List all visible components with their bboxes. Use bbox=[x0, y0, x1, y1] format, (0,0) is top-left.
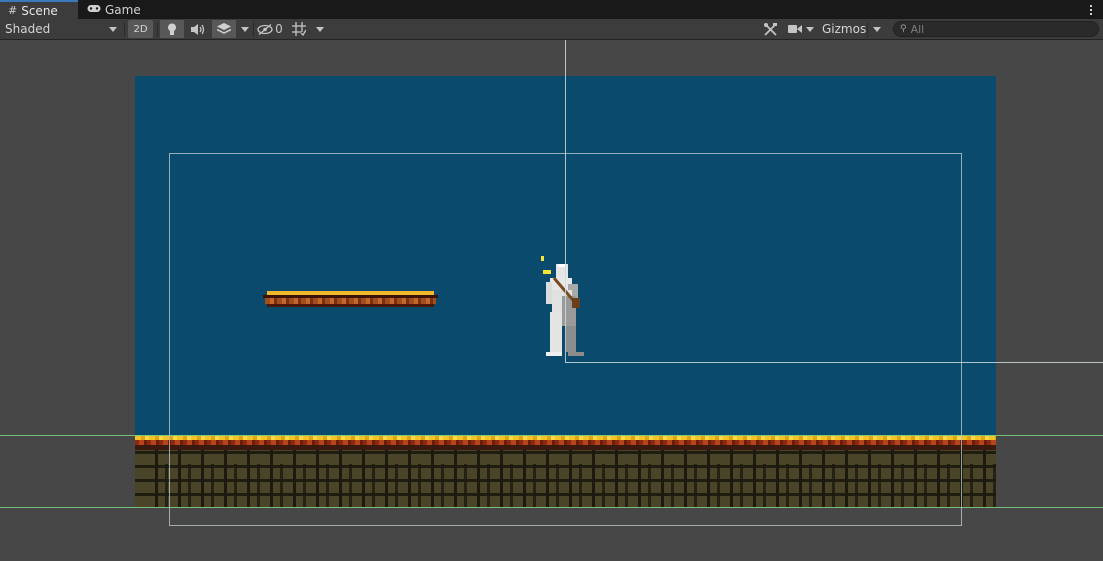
more-options-icon[interactable] bbox=[1085, 0, 1097, 19]
toggle-2d-label: 2D bbox=[133, 23, 148, 35]
lighting-toggle-button[interactable] bbox=[160, 20, 184, 38]
scene-toolbar: Shaded 2D 0 Gizmos ⚲ bbox=[0, 19, 1103, 40]
selection-guide-horizontal bbox=[565, 362, 1103, 363]
tab-game[interactable]: Game bbox=[79, 0, 145, 19]
chevron-down-icon bbox=[109, 27, 117, 32]
scene-visibility-button[interactable]: 0 bbox=[255, 20, 285, 38]
shading-mode-dropdown[interactable]: Shaded bbox=[0, 20, 122, 38]
lightbulb-icon bbox=[168, 23, 176, 35]
gizmos-label: Gizmos bbox=[822, 22, 867, 36]
search-icon: ⚲ bbox=[900, 24, 907, 34]
toolbar-divider bbox=[124, 22, 125, 37]
chevron-down-icon bbox=[241, 26, 249, 32]
grid-toggle-button[interactable] bbox=[289, 20, 309, 38]
search-box[interactable]: ⚲ bbox=[893, 21, 1099, 37]
toolbar-divider bbox=[157, 22, 158, 37]
chevron-down-icon bbox=[873, 26, 881, 32]
gizmos-dropdown-button[interactable] bbox=[868, 20, 886, 38]
tools-icon bbox=[763, 22, 777, 36]
scene-viewport[interactable] bbox=[0, 40, 1103, 561]
chevron-down-icon bbox=[806, 26, 814, 32]
shading-mode-value: Shaded bbox=[5, 22, 51, 36]
grid-icon bbox=[292, 22, 306, 36]
effects-dropdown-button[interactable] bbox=[236, 20, 254, 38]
camera-icon bbox=[788, 25, 802, 33]
layers-icon bbox=[217, 23, 231, 34]
tab-game-label: Game bbox=[105, 2, 141, 17]
chevron-down-icon bbox=[316, 26, 324, 32]
tab-scene[interactable]: # Scene bbox=[0, 0, 78, 19]
selection-guide-vertical bbox=[565, 40, 566, 362]
tools-button[interactable] bbox=[760, 20, 780, 38]
gamepad-icon bbox=[87, 4, 101, 15]
grid-dropdown-button[interactable] bbox=[311, 20, 329, 38]
audio-toggle-button[interactable] bbox=[186, 20, 210, 38]
tab-scene-label: Scene bbox=[21, 3, 58, 18]
hidden-eye-icon bbox=[257, 23, 273, 35]
search-input[interactable] bbox=[910, 22, 1081, 36]
hash-grid-icon: # bbox=[8, 4, 18, 17]
hidden-count: 0 bbox=[275, 22, 283, 36]
toolbar-divider bbox=[253, 22, 254, 37]
window-tab-bar: # Scene Game bbox=[0, 0, 1103, 19]
effects-toggle-button[interactable] bbox=[212, 20, 236, 38]
gizmos-button[interactable]: Gizmos bbox=[818, 20, 868, 38]
toggle-2d-button[interactable]: 2D bbox=[128, 20, 153, 38]
camera-settings-button[interactable] bbox=[785, 20, 817, 38]
speaker-icon bbox=[191, 23, 205, 35]
